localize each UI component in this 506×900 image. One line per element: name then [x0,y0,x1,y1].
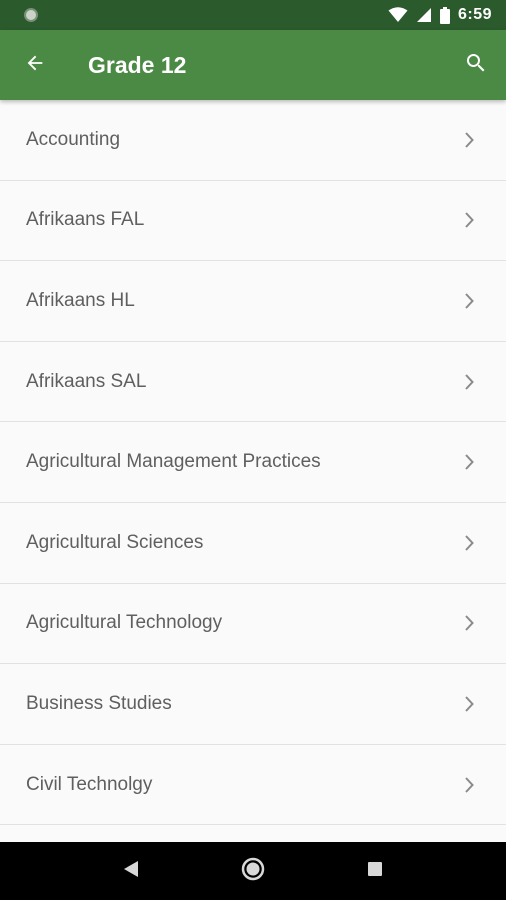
app-screen: 6:59 Grade 12 Accounting Afrikaans FAL A… [0,0,506,900]
nav-back-icon [123,860,139,883]
list-item[interactable]: Afrikaans HL [0,261,506,342]
cellular-signal-icon [416,7,432,23]
chevron-right-icon [464,696,474,712]
list-item[interactable]: Accounting [0,100,506,181]
nav-recents-button[interactable] [345,842,405,900]
nav-recents-icon [367,861,383,882]
notification-dot-icon [24,8,38,22]
subject-label: Civil Technolgy [26,773,153,795]
subject-label: Agricultural Management Practices [26,451,321,473]
search-icon [464,51,488,80]
subject-list: Accounting Afrikaans FAL Afrikaans HL Af… [0,100,506,842]
list-item[interactable] [0,825,506,842]
chevron-right-icon [464,615,474,632]
chevron-right-icon [464,776,474,793]
subject-label: Accounting [26,128,121,150]
wifi-icon [388,7,408,23]
nav-home-icon [241,857,265,886]
chevron-right-icon [464,132,474,148]
chevron-right-icon [464,373,474,390]
list-item[interactable]: Afrikaans SAL [0,341,506,423]
subject-label: Agricultural Technology [26,612,223,634]
search-button[interactable] [446,30,506,100]
nav-home-button[interactable] [223,842,283,900]
subject-label: Afrikaans FAL [26,209,145,231]
list-item[interactable]: Afrikaans FAL [0,180,506,262]
subject-label: Afrikaans SAL [26,370,147,392]
subject-label: Afrikaans HL [26,289,135,311]
list-item[interactable]: Business Studies [0,664,506,745]
app-bar: Grade 12 [0,30,506,100]
nav-back-button[interactable] [101,842,161,900]
chevron-right-icon [464,293,474,309]
status-time: 6:59 [457,6,492,23]
list-item[interactable]: Civil Technolgy [0,744,506,826]
back-button[interactable] [0,30,70,100]
subject-label: Business Studies [26,692,172,714]
system-nav-bar [0,842,506,900]
chevron-right-icon [464,535,474,551]
list-item[interactable]: Agricultural Sciences [0,502,506,584]
list-item[interactable]: Agricultural Management Practices [0,422,506,503]
arrow-back-icon [24,52,46,79]
page-title: Grade 12 [88,51,187,78]
status-bar: 6:59 [0,0,506,30]
battery-icon [439,6,450,24]
chevron-right-icon [464,454,474,470]
list-item[interactable]: Agricultural Technology [0,583,506,665]
chevron-right-icon [464,212,474,229]
subject-label: Agricultural Sciences [26,531,204,553]
